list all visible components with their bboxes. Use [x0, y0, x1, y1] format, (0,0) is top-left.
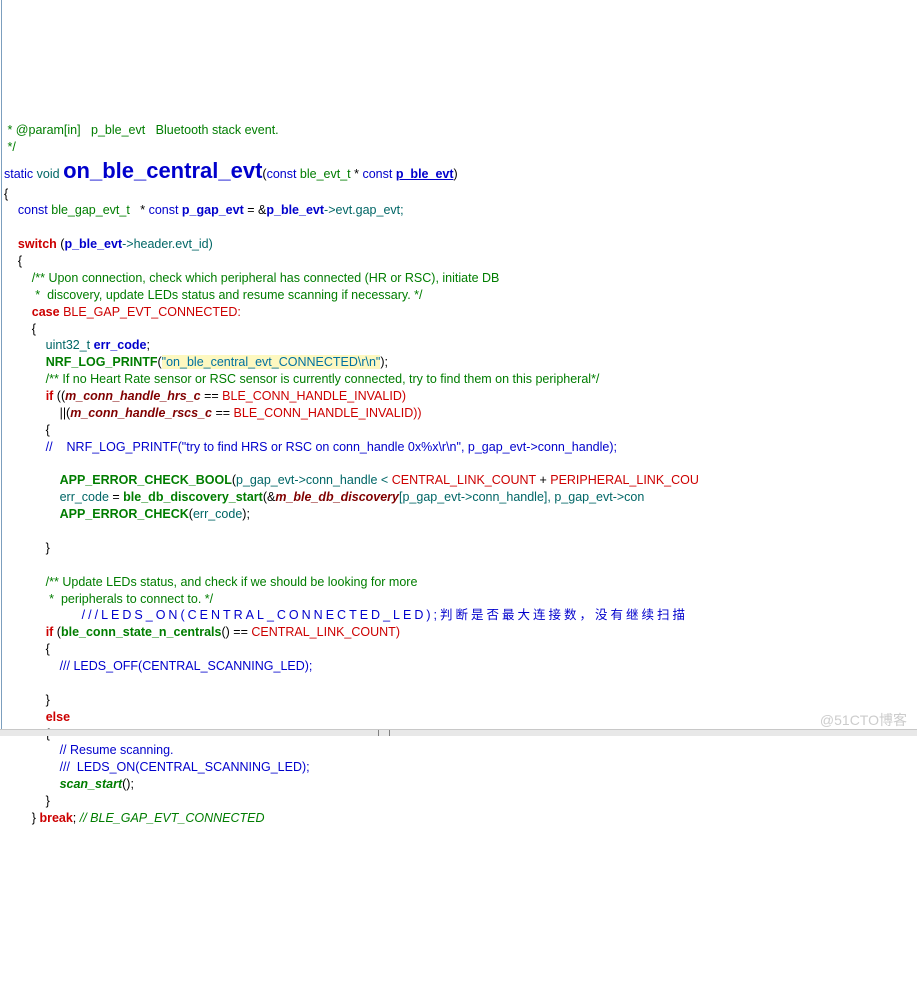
func-call: ble_db_discovery_start: [123, 490, 263, 504]
const: CENTRAL_LINK_COUNT): [251, 625, 400, 639]
keyword: const: [4, 203, 48, 217]
op: +: [536, 473, 550, 487]
comment-line: /// LEDS_OFF(CENTRAL_SCANNING_LED);: [4, 659, 312, 673]
comment: /** Upon connection, check which periphe…: [4, 271, 499, 285]
var: m_conn_handle_hrs_c: [65, 389, 200, 403]
brace: {: [4, 423, 50, 437]
brace: {: [4, 642, 50, 656]
call: ();: [122, 777, 134, 791]
arg: err_code: [193, 507, 242, 521]
enum: BLE_CONN_HANDLE_INVALID): [222, 389, 406, 403]
indent: [4, 490, 60, 504]
func-call: scan_start: [60, 777, 123, 791]
brace: }: [4, 693, 50, 707]
comment: // BLE_GAP_EVT_CONNECTED: [80, 811, 265, 825]
gutter-rule: [1, 0, 2, 729]
case-value: BLE_GAP_EVT_CONNECTED:: [60, 305, 241, 319]
brace: }: [4, 541, 50, 555]
op: =: [109, 490, 123, 504]
keyword-else: else: [46, 710, 70, 724]
field: ->header.evt_id): [122, 237, 213, 251]
type: ble_gap_evt_t: [48, 203, 140, 217]
comment-line: /// LEDS_ON(CENTRAL_SCANNING_LED);: [4, 760, 310, 774]
enum: BLE_CONN_HANDLE_INVALID)): [234, 406, 422, 420]
const: CENTRAL_LINK_COUNT: [392, 473, 536, 487]
var: err_code: [94, 338, 147, 352]
keyword-case: case: [4, 305, 60, 319]
array: m_ble_db_discovery: [275, 490, 399, 504]
func-call: APP_ERROR_CHECK: [60, 507, 189, 521]
comment: /** Update LEDs status, and check if we …: [4, 575, 417, 589]
indent: [4, 473, 60, 487]
brace: {: [4, 322, 36, 336]
punct: (: [53, 625, 61, 639]
indent: [4, 625, 46, 639]
type: ble_evt_t: [296, 167, 354, 181]
var: m_conn_handle_rscs_c: [70, 406, 212, 420]
punct: ((: [53, 389, 65, 403]
op: ==: [212, 406, 234, 420]
punct: (&: [263, 490, 276, 504]
punct: );: [242, 507, 250, 521]
code-viewer: * @param[in] p_ble_evt Bluetooth stack e…: [4, 105, 913, 827]
op: = &: [244, 203, 267, 217]
horizontal-scrollbar[interactable]: [0, 729, 917, 736]
comment-line: // NRF_LOG_PRINTF("try to find HRS or RS…: [4, 440, 617, 454]
brace: {: [4, 187, 8, 201]
comment: * @param[in] p_ble_evt Bluetooth stack e…: [4, 123, 279, 137]
expr: [p_gap_evt->conn_handle], p_gap_evt->con: [399, 490, 644, 504]
var: p_gap_evt: [182, 203, 244, 217]
expr: p_gap_evt->conn_handle <: [236, 473, 392, 487]
keyword: const: [362, 167, 395, 181]
punct: ): [454, 167, 458, 181]
func-call: NRF_LOG_PRINTF: [46, 355, 158, 369]
punct: ;: [73, 811, 80, 825]
punct: );: [380, 355, 388, 369]
var: err_code: [60, 490, 109, 504]
indent: ||(: [4, 406, 70, 420]
punct: *: [140, 203, 148, 217]
function-name: on_ble_central_evt: [63, 158, 262, 183]
indent: [4, 389, 46, 403]
keyword: const: [267, 167, 297, 181]
deref: ->evt.gap_evt;: [324, 203, 404, 217]
func-call: ble_conn_state_n_centrals: [61, 625, 222, 639]
op: ==: [201, 389, 223, 403]
keyword: const: [149, 203, 182, 217]
indent: [4, 777, 60, 791]
splitter-handle[interactable]: [378, 730, 390, 736]
comment-line: // Resume scanning.: [4, 743, 174, 757]
brace: {: [4, 254, 22, 268]
type: void: [33, 167, 63, 181]
indent: [4, 355, 46, 369]
brace: }: [4, 794, 50, 808]
type: uint32_t: [4, 338, 94, 352]
watermark: @51CTO博客: [820, 711, 907, 730]
indent: [4, 710, 46, 724]
comment-line: ///LEDS_ON(CENTRAL_CONNECTED_LED);判断是否最大…: [4, 608, 688, 622]
ref: p_ble_evt: [266, 203, 324, 217]
keyword-switch: switch: [4, 237, 57, 251]
var: p_ble_evt: [64, 237, 122, 251]
keyword-break: break: [39, 811, 72, 825]
const: PERIPHERAL_LINK_COU: [550, 473, 699, 487]
comment: */: [4, 140, 16, 154]
keyword: static: [4, 167, 33, 181]
comment: * discovery, update LEDs status and resu…: [4, 288, 423, 302]
call: () ==: [221, 625, 251, 639]
string-literal: "on_ble_central_evt_CONNECTED\r\n": [162, 355, 381, 369]
comment: * peripherals to connect to. */: [4, 592, 213, 606]
punct: ;: [146, 338, 149, 352]
indent: [4, 507, 60, 521]
param: p_ble_evt: [396, 167, 454, 181]
comment: /** If no Heart Rate sensor or RSC senso…: [4, 372, 599, 386]
func-call: APP_ERROR_CHECK_BOOL: [60, 473, 232, 487]
brace: }: [4, 811, 39, 825]
